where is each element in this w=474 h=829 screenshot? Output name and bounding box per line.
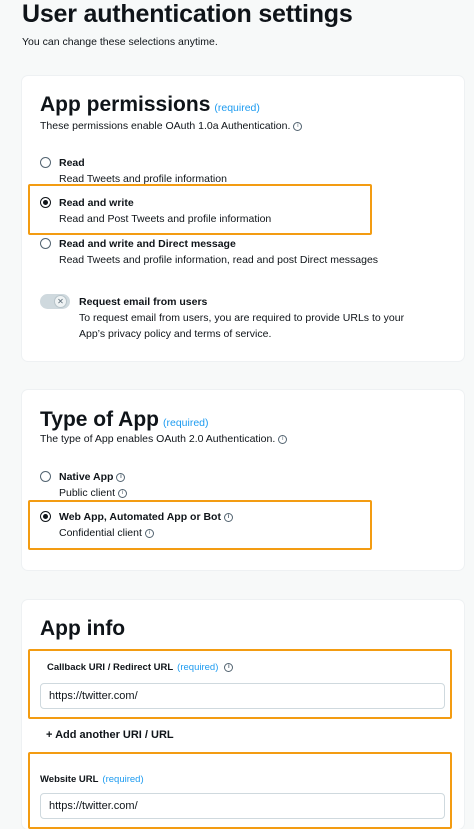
option-read-write-dm-description: Read Tweets and profile information, rea… [59,254,379,266]
required-tag: (required) [163,417,209,429]
website-url-input[interactable]: https://twitter.com/ [40,793,445,819]
type-of-app-description: The type of App enables OAuth 2.0 Authen… [40,433,288,445]
required-tag: (required) [102,774,144,785]
toggle-off-icon: ✕ [54,295,67,308]
option-native-app-description: Public client i [59,487,128,499]
page-subtitle: You can change these selections anytime. [22,36,218,48]
app-info-title: App info [40,617,126,640]
highlight-web-app [28,500,372,550]
request-email-label: Request email from users [79,296,208,308]
info-icon[interactable]: i [144,528,154,538]
info-icon[interactable]: i [118,488,128,498]
option-native-app-label[interactable]: Native App i [59,471,126,483]
option-read-write-label[interactable]: Read and write [59,197,134,209]
radio-native-app[interactable] [40,471,51,482]
radio-read[interactable] [40,157,51,168]
type-of-app-title: Type of App (required) [40,408,209,431]
request-email-desc-line2: App’s privacy policy and terms of servic… [79,328,272,340]
app-permissions-title: App permissions (required) [40,93,260,116]
info-icon[interactable]: i [278,434,288,444]
radio-read-write[interactable] [40,197,51,208]
option-web-app-label[interactable]: Web App, Automated App or Bot i [59,511,233,523]
option-read-label[interactable]: Read [59,157,85,169]
callback-url-input[interactable]: https://twitter.com/ [40,683,445,709]
radio-web-app[interactable] [40,511,51,522]
info-icon[interactable]: i [116,472,126,482]
radio-read-write-dm[interactable] [40,238,51,249]
request-email-desc-line1: To request email from users, you are req… [79,312,405,324]
option-web-app-description: Confidential client i [59,527,154,539]
add-another-uri-link[interactable]: + Add another URI / URL [46,729,174,741]
option-read-write-dm-label[interactable]: Read and write and Direct message [59,238,236,250]
required-tag: (required) [214,102,260,114]
info-icon[interactable]: i [293,121,303,131]
info-icon[interactable]: i [223,512,233,522]
required-tag: (required) [177,662,219,673]
option-read-write-description: Read and Post Tweets and profile informa… [59,213,272,225]
highlight-read-write [28,184,372,235]
app-permissions-description: These permissions enable OAuth 1.0a Auth… [40,120,303,132]
info-icon[interactable]: i [224,662,234,672]
page-title: User authentication settings [22,0,353,28]
request-email-toggle[interactable]: ✕ [40,294,70,309]
website-url-label: Website URL (required) [40,774,144,785]
callback-url-label: Callback URI / Redirect URL (required) i [47,662,234,673]
